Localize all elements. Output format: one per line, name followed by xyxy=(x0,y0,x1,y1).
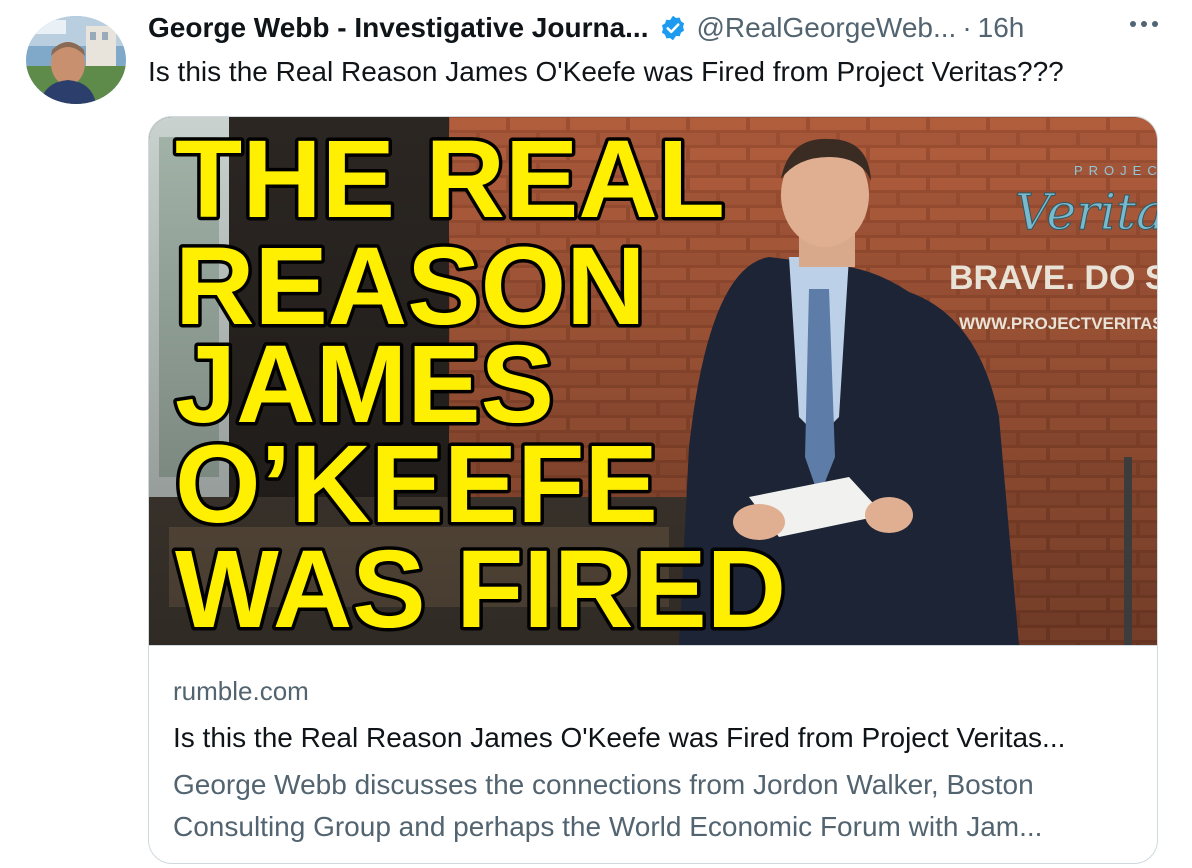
card-description-line-1: George Webb discusses the connections fr… xyxy=(173,769,1034,800)
more-options-icon[interactable] xyxy=(1122,2,1166,46)
author-name[interactable]: George Webb - Investigative Journa... xyxy=(148,12,649,44)
card-info[interactable]: rumble.com Is this the Real Reason James… xyxy=(149,645,1157,863)
card-description-line-2: Consulting Group and perhaps the World E… xyxy=(173,811,1043,842)
tweet-header: George Webb - Investigative Journa... @R… xyxy=(148,8,1192,48)
tweet-timestamp[interactable]: 16h xyxy=(978,12,1025,44)
headline-line-1: THE REAL xyxy=(175,118,725,241)
sign-slogan: BRAVE. DO SO xyxy=(949,259,1157,297)
tweet-text: Is this the Real Reason James O'Keefe wa… xyxy=(148,56,1064,87)
headline-line-5: WAS FIRED xyxy=(175,528,786,645)
card-thumbnail[interactable]: PROJEC Verita BRAVE. DO SO WWW.PROJECTVE… xyxy=(149,117,1157,645)
sign-brand-script: Verita xyxy=(1015,183,1157,241)
verified-badge-icon xyxy=(659,14,687,42)
card-title: Is this the Real Reason James O'Keefe wa… xyxy=(173,722,1066,753)
sign-url: WWW.PROJECTVERITAS. xyxy=(959,314,1157,333)
author-handle[interactable]: @RealGeorgeWeb... xyxy=(697,12,957,44)
sign-brand-small: PROJEC xyxy=(1074,163,1157,178)
card-description: George Webb discusses the connections fr… xyxy=(173,764,1133,848)
author-avatar[interactable] xyxy=(26,16,126,104)
separator-dot: · xyxy=(962,12,972,43)
link-preview-card[interactable]: PROJEC Verita BRAVE. DO SO WWW.PROJECTVE… xyxy=(148,116,1158,864)
card-domain: rumble.com xyxy=(173,676,309,706)
